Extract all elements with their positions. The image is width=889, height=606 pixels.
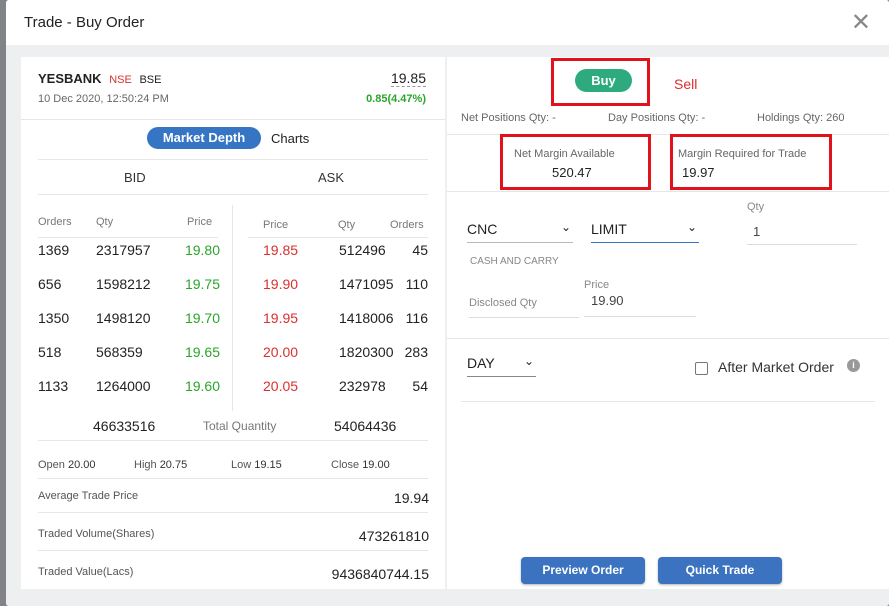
stat-label: Average Trade Price <box>38 490 139 502</box>
bid-orders: 656 <box>38 276 62 292</box>
bid-qty: 1598212 <box>96 276 151 292</box>
day-positions-qty: Day Positions Qty: - <box>608 112 706 124</box>
bid-orders: 1369 <box>38 242 70 258</box>
order-type-select[interactable]: LIMIT ⌄ <box>591 220 699 243</box>
stat-value: 9436840744.15 <box>331 566 429 582</box>
chevron-down-icon: ⌄ <box>686 220 697 234</box>
bid-orders: 1133 <box>38 378 69 394</box>
bid-header-orders: Orders <box>38 216 72 228</box>
stock-change: 0.85(4.47%) <box>366 93 426 105</box>
chevron-down-icon: ⌄ <box>560 220 571 234</box>
ask-orders: 116 <box>405 310 428 326</box>
stat-label: Traded Volume(Shares) <box>38 528 155 540</box>
tab-charts[interactable]: Charts <box>271 131 309 146</box>
buy-order-modal: Trade - Buy Order ✕ YESBANK NSE BSE 10 D… <box>6 0 889 606</box>
ohlc-close: Close 19.00 <box>331 459 390 471</box>
bid-qty: 1264000 <box>96 378 151 394</box>
exchange-nse[interactable]: NSE <box>109 74 132 86</box>
modal-body: YESBANK NSE BSE 10 Dec 2020, 12:50:24 PM… <box>6 45 889 606</box>
margin-required-label: Margin Required for Trade <box>678 148 807 160</box>
bid-price: 19.60 <box>184 378 220 394</box>
highlight-box <box>670 134 832 190</box>
validity-select[interactable]: DAY ⌄ <box>467 354 536 377</box>
product-select[interactable]: CNC ⌄ <box>467 220 573 243</box>
qty-input[interactable]: 1 <box>747 221 857 245</box>
ohlc-open: Open 20.00 <box>38 459 96 471</box>
stock-symbol: YESBANK <box>38 71 102 86</box>
ohlc-high: High 20.75 <box>134 459 188 471</box>
net-margin-label: Net Margin Available <box>514 148 615 160</box>
stock-datetime: 10 Dec 2020, 12:50:24 PM <box>38 93 169 105</box>
order-form-panel: Buy Sell Net Positions Qty: - Day Positi… <box>447 57 889 589</box>
bid-header-qty: Qty <box>96 216 114 228</box>
net-positions-qty: Net Positions Qty: - <box>461 112 556 124</box>
bid-price: 19.75 <box>184 276 220 292</box>
ask-qty: 1471095 <box>339 276 394 292</box>
ask-header-orders: Orders <box>390 219 424 231</box>
amo-label: After Market Order <box>718 359 834 375</box>
exchange-bse[interactable]: BSE <box>139 74 161 86</box>
disclosed-qty-input[interactable]: Disclosed Qty <box>469 292 579 318</box>
price-label: Price <box>584 279 610 291</box>
info-icon[interactable]: i <box>847 359 860 372</box>
bid-orders: 518 <box>38 344 62 360</box>
ask-price: 19.85 <box>263 242 299 258</box>
ohlc-low: Low 19.15 <box>231 459 282 471</box>
sell-toggle[interactable]: Sell <box>674 76 697 92</box>
stat-label: Traded Value(Lacs) <box>38 566 134 578</box>
ask-qty: 232978 <box>339 378 386 394</box>
total-quantity-label: Total Quantity <box>203 419 277 433</box>
ask-orders: 54 <box>412 378 428 394</box>
ask-orders: 283 <box>404 344 428 360</box>
bid-orders: 1350 <box>38 310 70 326</box>
ask-header-price: Price <box>263 219 289 231</box>
product-description: CASH AND CARRY <box>470 256 559 267</box>
stock-header: YESBANK NSE BSE <box>38 71 161 86</box>
buy-toggle[interactable]: Buy <box>575 69 632 92</box>
quick-trade-button[interactable]: Quick Trade <box>658 557 782 584</box>
net-margin-value: 520.47 <box>552 165 592 180</box>
chevron-down-icon: ⌄ <box>523 354 534 368</box>
bid-price: 19.70 <box>184 310 220 326</box>
bid-price: 19.65 <box>184 344 220 360</box>
bid-header-price: Price <box>187 216 213 228</box>
qty-label: Qty <box>747 201 765 213</box>
ask-price: 20.05 <box>263 378 299 394</box>
ask-qty: 1418006 <box>339 310 394 326</box>
bid-qty: 2317957 <box>96 242 151 258</box>
tab-market-depth[interactable]: Market Depth <box>147 127 261 149</box>
highlight-box <box>500 134 651 190</box>
ask-orders: 110 <box>405 276 428 292</box>
bid-qty: 568359 <box>96 344 143 360</box>
modal-header: Trade - Buy Order ✕ <box>6 0 889 45</box>
ask-price: 19.95 <box>263 310 299 326</box>
modal-title: Trade - Buy Order <box>24 14 145 31</box>
preview-order-button[interactable]: Preview Order <box>521 557 645 584</box>
ask-qty: 512496 <box>339 242 386 258</box>
price-input[interactable]: 19.90 <box>584 291 696 317</box>
margin-required-value: 19.97 <box>682 165 715 180</box>
ask-qty: 1820300 <box>339 344 394 360</box>
bid-qty: 1498120 <box>96 310 151 326</box>
stat-value: 473261810 <box>358 528 429 544</box>
ask-header-qty: Qty <box>338 219 356 231</box>
ask-heading: ASK <box>318 170 345 185</box>
total-ask-qty: 54064436 <box>334 418 397 434</box>
holdings-qty: Holdings Qty: 260 <box>757 112 845 124</box>
ask-price: 19.90 <box>263 276 299 292</box>
ask-orders: 45 <box>412 242 428 258</box>
total-bid-qty: 46633516 <box>93 418 156 434</box>
stat-value: 19.94 <box>393 490 429 506</box>
close-icon[interactable]: ✕ <box>851 10 871 35</box>
bid-price: 19.80 <box>184 242 220 258</box>
ask-price: 20.00 <box>263 344 299 360</box>
stock-price: 19.85 <box>390 70 426 87</box>
amo-checkbox[interactable] <box>695 362 708 375</box>
market-info-panel: YESBANK NSE BSE 10 Dec 2020, 12:50:24 PM… <box>21 57 445 589</box>
bid-heading: BID <box>124 170 146 185</box>
